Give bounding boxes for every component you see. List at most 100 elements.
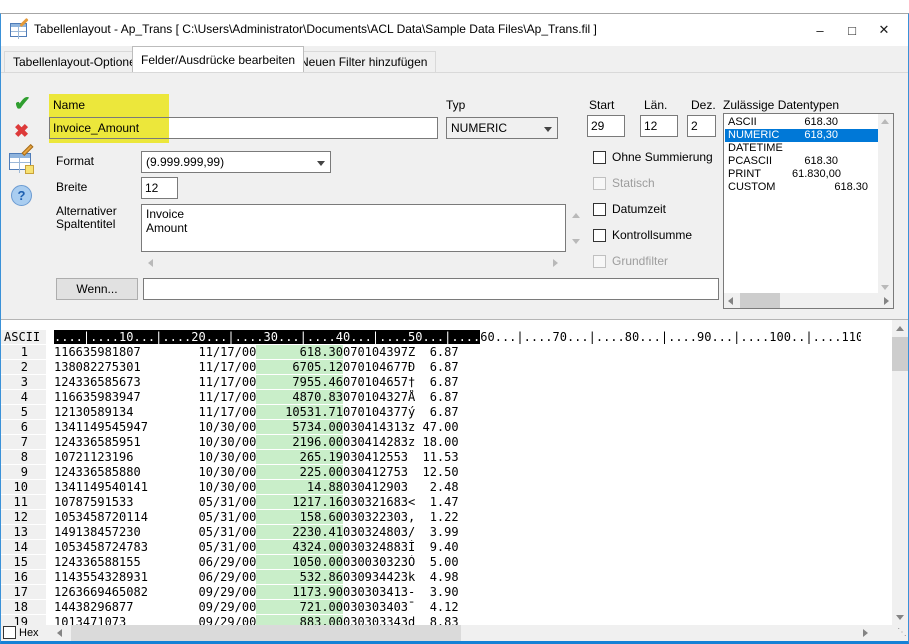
tab-strip: Tabellenlayout-Optionen Felder/Ausdrücke… <box>1 46 908 73</box>
grid-row[interactable]: 13149138457230 05/31/00 2230.41030324803… <box>1 525 861 540</box>
datatypes-vertical-scrollbar[interactable] <box>878 114 893 295</box>
textarea-scroll-right-icon[interactable] <box>553 259 558 267</box>
checkbox-datumzeit[interactable] <box>593 203 606 216</box>
maximize-button[interactable]: □ <box>836 14 868 46</box>
datatype-item[interactable]: NUMERIC618,30 <box>725 129 878 142</box>
row-number: 16 <box>1 570 46 585</box>
screenshot-page: Tabellenlayout - Ap_Trans [ C:\Users\Adm… <box>0 0 909 644</box>
window-title: Tabellenlayout - Ap_Trans [ C:\Users\Adm… <box>34 22 597 36</box>
app-icon <box>10 23 27 37</box>
grid-row[interactable]: 161143554328931 06/29/00 532.86030934423… <box>1 570 861 585</box>
row-text: 1341149545947 10/30/00 5734.00030414313z… <box>46 420 861 435</box>
checkbox-kontrollsumme[interactable] <box>593 229 606 242</box>
scrollbar-thumb[interactable] <box>740 293 780 308</box>
grid-row[interactable]: 61341149545947 10/30/00 5734.00030414313… <box>1 420 861 435</box>
highlighted-field-value: 14.88 <box>256 480 343 494</box>
delete-button[interactable]: ✖ <box>14 121 29 142</box>
datatype-name: PCASCII <box>728 155 792 168</box>
minimize-button[interactable]: – <box>804 14 836 46</box>
row-text: 116635983947 11/17/00 4870.83070104327Å … <box>46 390 861 405</box>
scrollbar-thumb[interactable] <box>892 337 908 371</box>
laen-input[interactable] <box>640 115 678 137</box>
grid-row[interactable]: 810721123196 10/30/00 265.19030412553 11… <box>1 450 861 465</box>
highlighted-field-value: 1217.16 <box>256 495 343 509</box>
scroll-left-icon[interactable] <box>57 629 62 637</box>
highlighted-field-value: 158.60 <box>256 510 343 524</box>
row-number: 10 <box>1 480 46 495</box>
chevron-down-icon <box>544 127 552 132</box>
grid-row[interactable]: 101341149540141 10/30/00 14.88030412903 … <box>1 480 861 495</box>
datatype-value: 618.30 <box>792 116 838 129</box>
alt-title-textarea[interactable]: Invoice Amount <box>141 204 566 252</box>
close-button[interactable]: ✕ <box>868 14 900 46</box>
checkbox-ohne-summierung[interactable] <box>593 151 606 164</box>
grid-row[interactable]: 2138082275301 11/17/00 6705.12070104677Ð… <box>1 360 861 375</box>
datatypes-listbox[interactable]: ASCII618.30NUMERIC618,30DATETIMEPCASCII6… <box>723 113 894 309</box>
checkbox-label: Kontrollsumme <box>612 228 692 242</box>
highlighted-field-value: 1050.00 <box>256 555 343 569</box>
scroll-down-icon[interactable] <box>896 615 904 620</box>
grid-row[interactable]: 15124336588155 06/29/00 1050.00030030323… <box>1 555 861 570</box>
data-grid-body: ASCII....|....10...|....20...|....30...|… <box>1 330 861 625</box>
wenn-button[interactable]: Wenn... <box>56 278 138 300</box>
scroll-right-icon[interactable] <box>863 629 868 637</box>
scrollbar-thumb[interactable] <box>71 625 461 641</box>
edit-table-layout-button[interactable] <box>9 153 31 170</box>
tab-felder-ausdruecke-bearbeiten[interactable]: Felder/Ausdrücke bearbeiten <box>132 46 304 72</box>
row-number: 14 <box>1 540 46 555</box>
textarea-scroll-down-icon[interactable] <box>572 239 580 244</box>
grid-row[interactable]: 9124336585880 10/30/00 225.00030412753 1… <box>1 465 861 480</box>
row-text: 1263669465082 09/29/00 1173.90030303413-… <box>46 585 861 600</box>
grid-row[interactable]: 1814438296877 09/29/00 721.00030303403¯ … <box>1 600 861 615</box>
grid-row[interactable]: 141053458724783 05/31/00 4324.0003032488… <box>1 540 861 555</box>
grid-row[interactable]: 7124336585951 10/30/00 2196.00030414283z… <box>1 435 861 450</box>
typ-combobox[interactable]: NUMERIC <box>446 117 558 139</box>
datatype-name: CUSTOM <box>728 181 792 194</box>
grid-row[interactable]: 4116635983947 11/17/00 4870.83070104327Å… <box>1 390 861 405</box>
highlighted-field-value: 5734.00 <box>256 420 343 434</box>
datatype-item[interactable]: DATETIME <box>725 142 878 155</box>
row-number: 9 <box>1 465 46 480</box>
grid-row[interactable]: 191013471073 09/29/00 883.00030303343d 8… <box>1 615 861 625</box>
row-text: 10721123196 10/30/00 265.19030412553 11.… <box>46 450 861 465</box>
scroll-down-icon[interactable] <box>881 285 889 290</box>
resize-grip-icon[interactable]: ⋱ <box>897 627 907 638</box>
name-input[interactable] <box>49 117 438 139</box>
highlighted-field-value: 1173.90 <box>256 585 343 599</box>
scroll-up-icon[interactable] <box>881 119 889 124</box>
datatype-item[interactable]: PRINT61.830,00 <box>725 168 878 181</box>
tab-tabellenlayout-optionen[interactable]: Tabellenlayout-Optionen <box>4 51 151 72</box>
grid-row[interactable]: 171263669465082 09/29/00 1173.9003030341… <box>1 585 861 600</box>
grid-row[interactable]: 1110787591533 05/31/00 1217.16030321683<… <box>1 495 861 510</box>
checkbox-label: Datumzeit <box>612 202 666 216</box>
typ-label: Typ <box>446 98 465 112</box>
grid-row[interactable]: 512130589134 11/17/00 10531.71070104377ý… <box>1 405 861 420</box>
datatype-item[interactable]: ASCII618.30 <box>725 116 878 129</box>
checkbox-grundfilter <box>593 255 606 268</box>
datatypes-horizontal-scrollbar[interactable] <box>724 293 893 308</box>
hex-checkbox[interactable] <box>3 626 16 639</box>
datatype-item[interactable]: PCASCII618.30 <box>725 155 878 168</box>
grid-corner-label: ASCII <box>1 330 46 345</box>
row-text: 124336585880 10/30/00 225.00030412753 12… <box>46 465 861 480</box>
dez-input[interactable] <box>687 115 716 137</box>
scroll-right-icon[interactable] <box>884 297 889 305</box>
wenn-input[interactable] <box>143 278 719 300</box>
highlighted-field-value: 6705.12 <box>256 360 343 374</box>
grid-row[interactable]: 121053458720114 05/31/00 158.60030322303… <box>1 510 861 525</box>
start-input[interactable] <box>587 115 625 137</box>
scroll-left-icon[interactable] <box>728 297 733 305</box>
textarea-scroll-up-icon[interactable] <box>572 213 580 218</box>
breite-input[interactable] <box>141 177 178 199</box>
accept-button[interactable]: ✔ <box>14 91 31 116</box>
grid-row[interactable]: 3124336585673 11/17/00 7955.46070104657†… <box>1 375 861 390</box>
textarea-scroll-left-icon[interactable] <box>148 259 153 267</box>
grid-row[interactable]: 1116635981807 11/17/00 618.30070104397Z … <box>1 345 861 360</box>
grid-horizontal-scrollbar[interactable] <box>51 625 890 641</box>
tab-neuen-filter-hinzufuegen[interactable]: Neuen Filter hinzufügen <box>291 51 436 72</box>
grid-vertical-scrollbar[interactable] <box>892 320 908 625</box>
datatype-item[interactable]: CUSTOM618.30 <box>725 181 878 194</box>
scroll-up-icon[interactable] <box>896 326 904 331</box>
format-combobox[interactable]: (9.999.999,99) <box>141 151 331 173</box>
help-button[interactable]: ? <box>11 185 32 206</box>
